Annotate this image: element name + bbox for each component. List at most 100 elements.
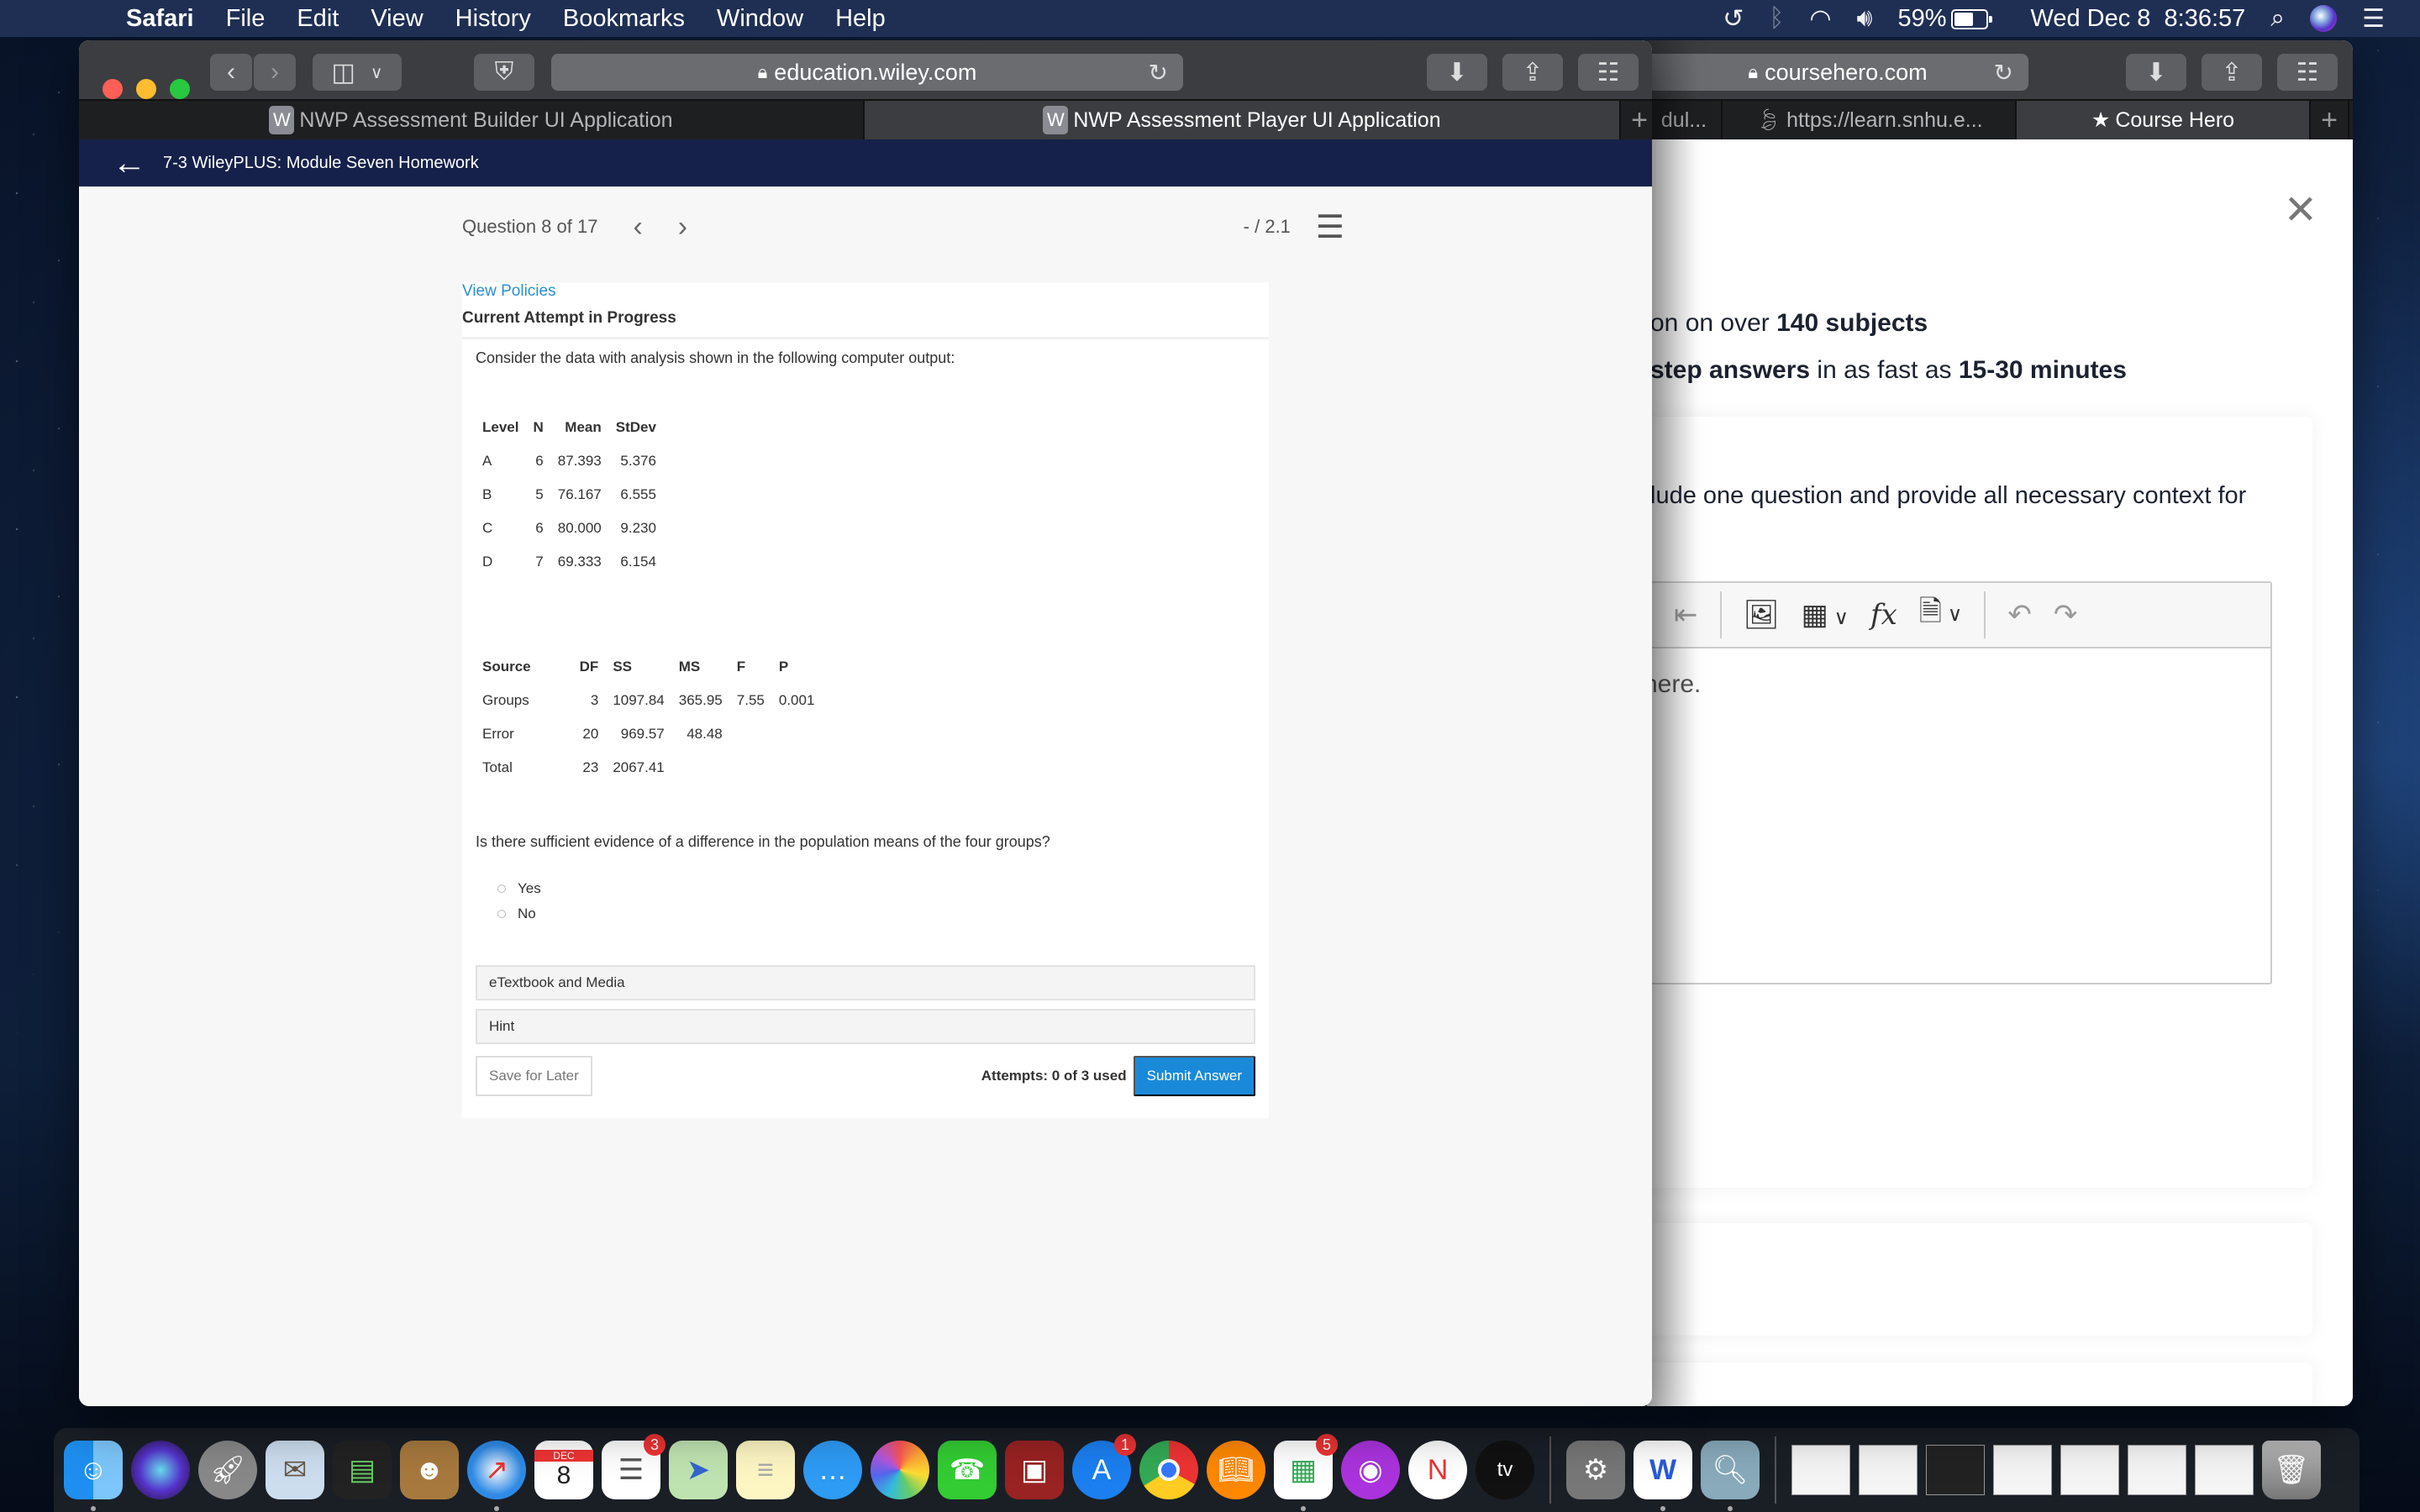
dock-podcasts[interactable]: ◉ bbox=[1341, 1441, 1400, 1499]
dock-calendar[interactable]: DEC 8 bbox=[534, 1441, 593, 1499]
image-icon[interactable]: 🖼︎ bbox=[1744, 598, 1780, 632]
reload-icon[interactable]: ↻ bbox=[1149, 59, 1168, 87]
spotlight-search-icon[interactable]: ⌕ bbox=[2270, 4, 2285, 33]
chevron-down-icon[interactable]: ∨ bbox=[1828, 606, 1849, 629]
tab-course-hero[interactable]: ★ Course Hero bbox=[2017, 101, 2311, 139]
attempts-counter: Attempts: 0 of 3 used bbox=[981, 1068, 1127, 1084]
downloads-button[interactable]: ⬇ bbox=[2126, 54, 2186, 91]
save-for-later-button[interactable]: Save for Later bbox=[476, 1056, 592, 1096]
tab-overview-button[interactable]: ☷ bbox=[1578, 54, 1639, 91]
minimized-window-preview[interactable] bbox=[2128, 1445, 2186, 1495]
question-list-icon[interactable]: ☰ bbox=[1316, 208, 1344, 246]
etextbook-media-button[interactable]: eTextbook and Media bbox=[476, 965, 1255, 1000]
minimized-window-preview[interactable] bbox=[2195, 1445, 2254, 1495]
cell: 87.393 bbox=[557, 453, 602, 469]
dock-preview[interactable]: 🔍︎ bbox=[1701, 1441, 1760, 1511]
menu-help[interactable]: Help bbox=[835, 5, 886, 33]
time-machine-icon[interactable]: ↺ bbox=[1723, 4, 1744, 34]
new-tab-button[interactable]: + bbox=[1621, 101, 1652, 139]
dock-reminders[interactable]: ☰ 3 bbox=[602, 1434, 666, 1499]
minimized-window-safari[interactable] bbox=[1859, 1445, 1918, 1495]
choice-no[interactable]: No bbox=[497, 901, 1255, 927]
menu-history[interactable]: History bbox=[455, 5, 531, 33]
menu-bookmarks[interactable]: Bookmarks bbox=[563, 5, 685, 33]
dock-messages[interactable]: … bbox=[803, 1441, 862, 1499]
tab-snhu[interactable]: 🍃︎ https://learn.snhu.e... bbox=[1723, 101, 2017, 139]
view-policies-link[interactable]: View Policies bbox=[462, 282, 1269, 304]
zoom-window-button[interactable] bbox=[170, 79, 190, 99]
chevron-down-icon[interactable]: ∨ bbox=[1942, 603, 1963, 626]
radio-button[interactable] bbox=[497, 910, 506, 918]
dock-maps[interactable]: ➤ bbox=[669, 1441, 728, 1499]
previous-question-button[interactable]: ‹ bbox=[633, 211, 642, 244]
dock-chrome[interactable] bbox=[1139, 1441, 1198, 1499]
bluetooth-icon[interactable]: ᛒ bbox=[1769, 4, 1784, 33]
dock-word[interactable]: W bbox=[1634, 1441, 1692, 1511]
sidebar-button[interactable]: ◫ ∨ bbox=[313, 54, 402, 91]
formula-icon[interactable]: fx bbox=[1870, 598, 1897, 632]
reload-icon[interactable]: ↻ bbox=[1994, 59, 2013, 87]
dock-facetime[interactable]: ☎ bbox=[938, 1441, 997, 1499]
menu-file[interactable]: File bbox=[226, 5, 266, 33]
table-icon[interactable]: ▦ ∨ bbox=[1802, 598, 1849, 632]
undo-icon[interactable]: ↶ bbox=[2007, 598, 2032, 632]
next-question-button[interactable]: › bbox=[678, 211, 687, 244]
back-button[interactable]: ‹ bbox=[210, 54, 252, 91]
dock-siri[interactable] bbox=[131, 1441, 190, 1499]
dock-trash[interactable]: 🗑︎ bbox=[2262, 1441, 2321, 1499]
editor-textarea[interactable]: here. bbox=[1647, 648, 2270, 699]
redo-icon[interactable]: ↷ bbox=[2054, 598, 2078, 632]
submit-answer-button[interactable]: Submit Answer bbox=[1133, 1056, 1255, 1096]
dock-contacts[interactable]: ☻ bbox=[400, 1441, 459, 1499]
tab-assessment-builder[interactable]: W NWP Assessment Builder UI Application bbox=[79, 101, 865, 139]
hint-button[interactable]: Hint bbox=[476, 1009, 1255, 1044]
code-snippet-icon[interactable]: 🗎︎ ∨ bbox=[1919, 591, 1963, 639]
minimized-window-finder[interactable] bbox=[1926, 1445, 1985, 1495]
address-bar[interactable]: 🔒︎ education.wiley.com ↻ bbox=[551, 54, 1183, 91]
dock-mail[interactable]: ✉ bbox=[266, 1441, 324, 1499]
minimized-window-safari[interactable] bbox=[1791, 1445, 1850, 1495]
dock-mission-control[interactable]: ▤ bbox=[333, 1441, 392, 1499]
menu-view[interactable]: View bbox=[371, 5, 423, 33]
minimized-window-word[interactable] bbox=[2060, 1445, 2119, 1495]
dock-books[interactable]: 📖︎ bbox=[1207, 1441, 1265, 1499]
question-actions: Save for Later Attempts: 0 of 3 used Sub… bbox=[476, 1053, 1255, 1100]
dock-system-preferences[interactable]: ⚙ bbox=[1566, 1441, 1625, 1499]
radio-button[interactable] bbox=[497, 885, 506, 893]
minimize-window-button[interactable] bbox=[136, 79, 156, 99]
menu-window[interactable]: Window bbox=[717, 5, 803, 33]
dock-tv[interactable]: tv bbox=[1476, 1441, 1534, 1499]
address-bar[interactable]: 🔒︎ coursehero.com ↻ bbox=[1647, 54, 2028, 91]
new-tab-button[interactable]: + bbox=[2311, 101, 2349, 139]
privacy-report-button[interactable]: ⛨ bbox=[474, 54, 534, 91]
downloads-button[interactable]: ⬇ bbox=[1427, 54, 1487, 91]
siri-icon[interactable] bbox=[2310, 5, 2338, 32]
tab-assessment-player[interactable]: W NWP Assessment Player UI Application bbox=[865, 101, 1621, 139]
clock[interactable]: Wed Dec 8 8:36:57 bbox=[2030, 5, 2245, 33]
minimized-window-word[interactable] bbox=[1993, 1445, 2052, 1495]
dock-microsoft-store[interactable]: ▦ 5 bbox=[1274, 1434, 1338, 1511]
dock-notes[interactable]: ≡ bbox=[736, 1441, 795, 1499]
share-button[interactable]: ⇪ bbox=[1502, 54, 1563, 91]
menu-edit[interactable]: Edit bbox=[297, 5, 339, 33]
share-button[interactable]: ⇪ bbox=[2202, 54, 2262, 91]
dock-launchpad[interactable]: 🚀︎ bbox=[198, 1441, 257, 1499]
tab-overview-button[interactable]: ☷ bbox=[2277, 54, 2338, 91]
volume-icon[interactable]: 🔊︎ bbox=[1857, 4, 1873, 33]
close-icon[interactable]: ✕ bbox=[2284, 186, 2317, 234]
close-window-button[interactable] bbox=[103, 79, 123, 99]
cell: 1097.84 bbox=[613, 692, 665, 708]
dock-app-store[interactable]: A1 bbox=[1072, 1434, 1136, 1499]
menu-app-name[interactable]: Safari bbox=[126, 5, 194, 33]
battery-status[interactable]: 59% bbox=[1897, 5, 1993, 33]
choice-yes[interactable]: Yes bbox=[497, 876, 1255, 901]
dock-photo-booth[interactable]: ▣ bbox=[1005, 1441, 1064, 1499]
forward-button[interactable]: › bbox=[254, 54, 296, 91]
dock-finder[interactable]: ☺ bbox=[64, 1441, 123, 1511]
dock-photos[interactable] bbox=[871, 1441, 929, 1499]
wifi-icon[interactable]: ◠ bbox=[1809, 4, 1831, 34]
dock-news[interactable]: N bbox=[1408, 1441, 1467, 1499]
dock-safari[interactable]: ↗ bbox=[467, 1441, 526, 1511]
notification-center-icon[interactable]: ☰ bbox=[2362, 4, 2385, 34]
back-arrow-icon[interactable]: ← bbox=[113, 146, 146, 180]
